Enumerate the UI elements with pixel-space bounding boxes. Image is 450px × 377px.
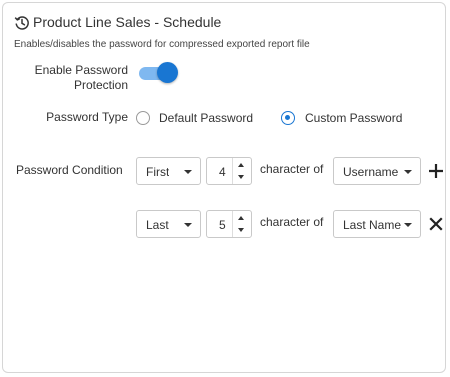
close-icon[interactable] [429, 217, 443, 231]
custom-password-label[interactable]: Custom Password [305, 111, 402, 125]
position-select-value: First [146, 165, 170, 179]
page-title: Product Line Sales - Schedule [33, 14, 222, 30]
field-select-value: Last Name [343, 218, 402, 232]
password-type-label: Password Type [46, 110, 128, 124]
toggle-knob [157, 62, 178, 83]
default-password-radio[interactable] [136, 111, 150, 125]
field-select-1[interactable]: Username [333, 157, 421, 185]
stepper-buttons [232, 158, 251, 184]
stepper-value: 5 [219, 218, 226, 232]
position-select-2[interactable]: Last [136, 210, 201, 238]
character-count-stepper-2[interactable]: 5 [206, 210, 252, 238]
connector-text-2: character of [260, 215, 324, 229]
password-condition-label: Password Condition [16, 163, 123, 177]
position-select-value: Last [146, 218, 169, 232]
stepper-buttons [232, 211, 251, 237]
custom-password-radio[interactable] [281, 111, 295, 125]
schedule-settings-panel: Product Line Sales - Schedule Enables/di… [2, 2, 446, 373]
password-protection-toggle[interactable] [136, 62, 178, 84]
plus-icon[interactable] [429, 164, 443, 178]
enable-password-label: Enable Password Protection [34, 63, 128, 92]
character-count-stepper-1[interactable]: 4 [206, 157, 252, 185]
chevron-down-icon [184, 223, 192, 227]
position-select-1[interactable]: First [136, 157, 201, 185]
chevron-down-icon [404, 170, 412, 174]
stepper-value: 4 [219, 165, 226, 179]
decrement-icon[interactable] [238, 228, 244, 232]
field-select-value: Username [343, 165, 399, 179]
page-subtitle: Enables/disables the password for compre… [14, 39, 310, 50]
decrement-icon[interactable] [238, 175, 244, 179]
increment-icon[interactable] [238, 216, 244, 220]
increment-icon[interactable] [238, 163, 244, 167]
chevron-down-icon [184, 170, 192, 174]
connector-text-1: character of [260, 162, 324, 176]
default-password-label[interactable]: Default Password [159, 111, 253, 125]
chevron-down-icon [404, 223, 412, 227]
history-icon [14, 16, 29, 30]
field-select-2[interactable]: Last Name [333, 210, 421, 238]
